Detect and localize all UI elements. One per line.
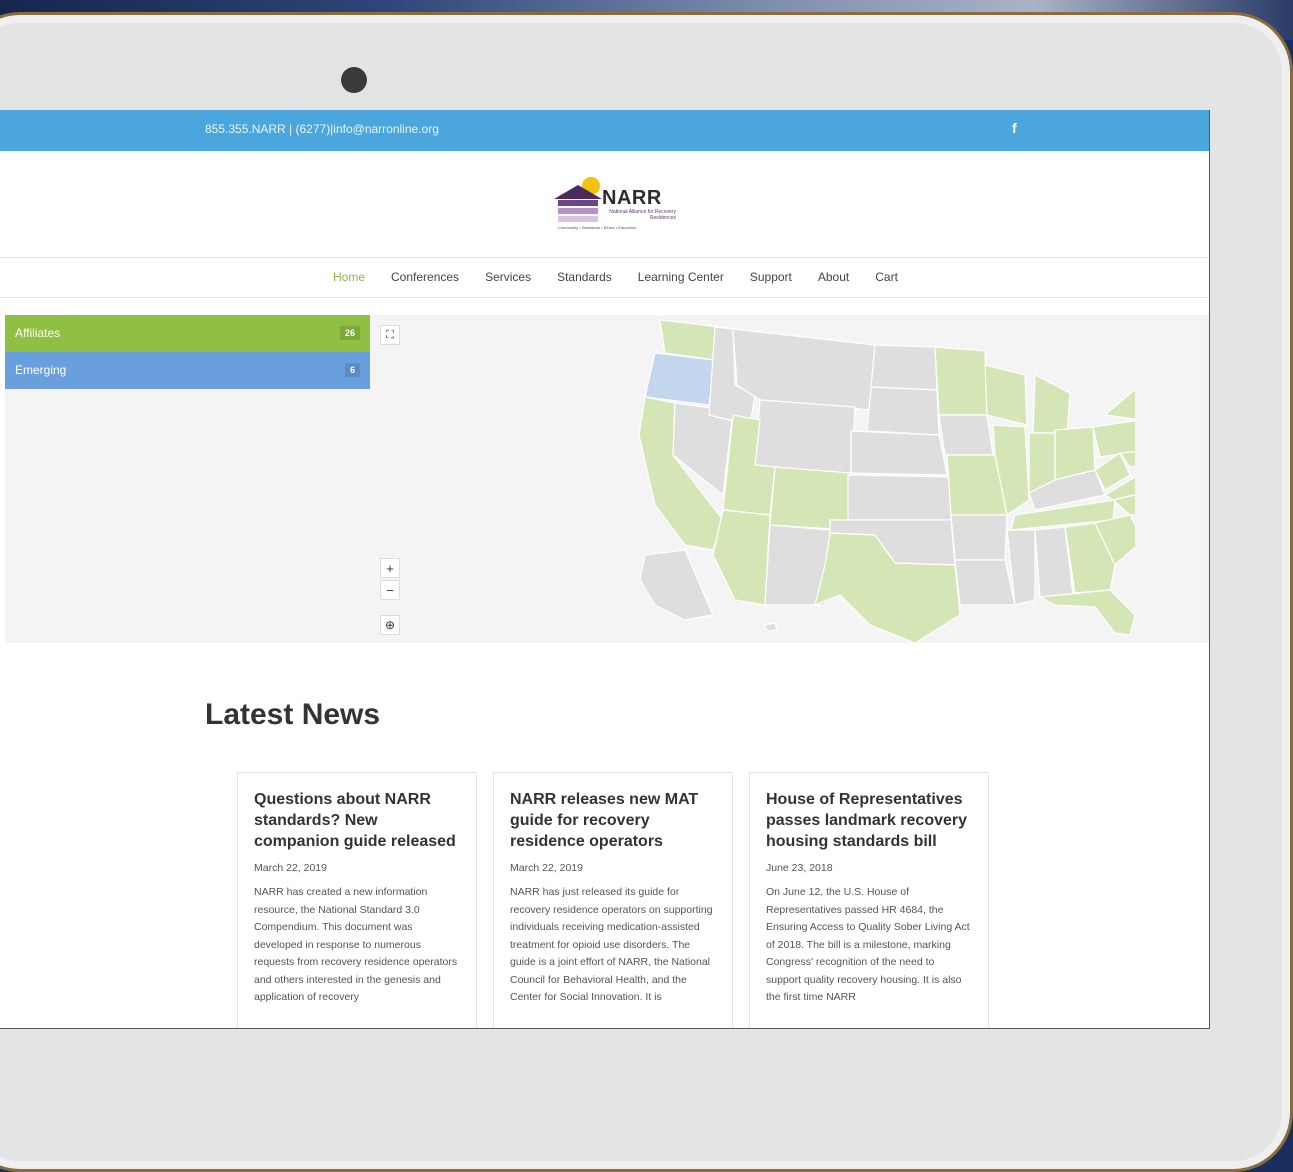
news-card-date: June 23, 2018 xyxy=(766,862,833,874)
contact-bar: 855.355.NARR | (6277)|info@narronline.or… xyxy=(0,110,1209,151)
narr-logo[interactable]: NARR National Alliance for Recovery Resi… xyxy=(554,177,676,233)
state-kansas[interactable] xyxy=(847,474,952,521)
state-arkansas[interactable] xyxy=(950,514,1008,561)
contact-info[interactable]: 855.355.NARR | (6277)|info@narronline.or… xyxy=(205,122,439,136)
latest-news-heading: Latest News xyxy=(205,698,381,731)
news-card[interactable]: NARR releases new MAT guide for recovery… xyxy=(493,772,733,1028)
state-florida[interactable] xyxy=(1037,589,1135,636)
state-louisiana[interactable] xyxy=(954,559,1016,606)
legend-affiliates[interactable]: Affiliates 26 xyxy=(5,315,370,352)
nav-home[interactable]: Home xyxy=(333,270,365,284)
state-washington[interactable] xyxy=(659,319,721,361)
browser-screen: 855.355.NARR | (6277)|info@narronline.or… xyxy=(0,110,1210,1029)
news-card[interactable]: House of Representatives passes landmark… xyxy=(749,772,989,1028)
nav-services[interactable]: Services xyxy=(485,270,531,284)
legend-affiliates-count: 26 xyxy=(339,326,360,340)
news-card[interactable]: Questions about NARR standards? New comp… xyxy=(237,772,477,1028)
logo-name: NARR xyxy=(602,187,662,209)
legend-emerging-label: Emerging xyxy=(15,363,67,377)
site-header: NARR National Alliance for Recovery Resi… xyxy=(0,151,1209,258)
nav-cart[interactable]: Cart xyxy=(875,270,898,284)
news-card-title[interactable]: Questions about NARR standards? New comp… xyxy=(254,789,460,852)
reset-map-icon[interactable]: ⊕ xyxy=(380,615,400,635)
fullscreen-icon[interactable]: ⛶ xyxy=(380,325,400,345)
nav-conferences[interactable]: Conferences xyxy=(391,270,459,284)
affiliate-map: Affiliates 26 Emerging 6 ⛶ + − ⊕ xyxy=(5,315,1209,643)
legend-emerging[interactable]: Emerging 6 xyxy=(5,352,370,389)
nav-support[interactable]: Support xyxy=(750,270,792,284)
legend-affiliates-label: Affiliates xyxy=(15,326,61,340)
state-minnesota[interactable] xyxy=(934,346,988,416)
news-card-excerpt: NARR has created a new information resou… xyxy=(254,886,458,1003)
logo-subtitle: National Alliance for Recovery Residence… xyxy=(609,209,676,221)
facebook-icon[interactable]: f xyxy=(1012,120,1017,136)
us-states-map[interactable] xyxy=(615,315,1135,643)
state-hawaii[interactable] xyxy=(764,622,778,632)
state-wyoming[interactable] xyxy=(754,399,856,476)
state-nebraska[interactable] xyxy=(850,430,948,476)
news-card-date: March 22, 2019 xyxy=(510,862,583,874)
news-card-title[interactable]: NARR releases new MAT guide for recovery… xyxy=(510,789,716,852)
state-iowa[interactable] xyxy=(938,414,994,456)
main-nav: Home Conferences Services Standards Lear… xyxy=(0,257,1209,298)
zoom-in-button[interactable]: + xyxy=(380,558,400,578)
logo-roof xyxy=(554,185,602,199)
logo-tagline: Community • Standards • Ethics • Educati… xyxy=(558,225,637,230)
state-oregon[interactable] xyxy=(644,352,716,406)
legend-emerging-count: 6 xyxy=(344,363,360,377)
nav-about[interactable]: About xyxy=(818,270,849,284)
nav-standards[interactable]: Standards xyxy=(557,270,612,284)
tablet-camera xyxy=(341,67,367,93)
state-wisconsin[interactable] xyxy=(984,364,1028,426)
state-pennsylvania[interactable] xyxy=(1092,420,1135,458)
state-alaska[interactable] xyxy=(639,549,714,621)
news-card-excerpt: On June 12, the U.S. House of Representa… xyxy=(766,886,970,1003)
state-new-york[interactable] xyxy=(1103,385,1135,423)
zoom-out-button[interactable]: − xyxy=(380,580,400,600)
state-michigan[interactable] xyxy=(1032,374,1071,434)
news-card-date: March 22, 2019 xyxy=(254,862,327,874)
news-card-excerpt: NARR has just released its guide for rec… xyxy=(510,886,713,1003)
news-card-title[interactable]: House of Representatives passes landmark… xyxy=(766,789,972,852)
nav-learning-center[interactable]: Learning Center xyxy=(638,270,724,284)
state-arizona[interactable] xyxy=(712,509,771,606)
state-north-dakota[interactable] xyxy=(870,344,938,391)
state-south-dakota[interactable] xyxy=(866,386,940,436)
